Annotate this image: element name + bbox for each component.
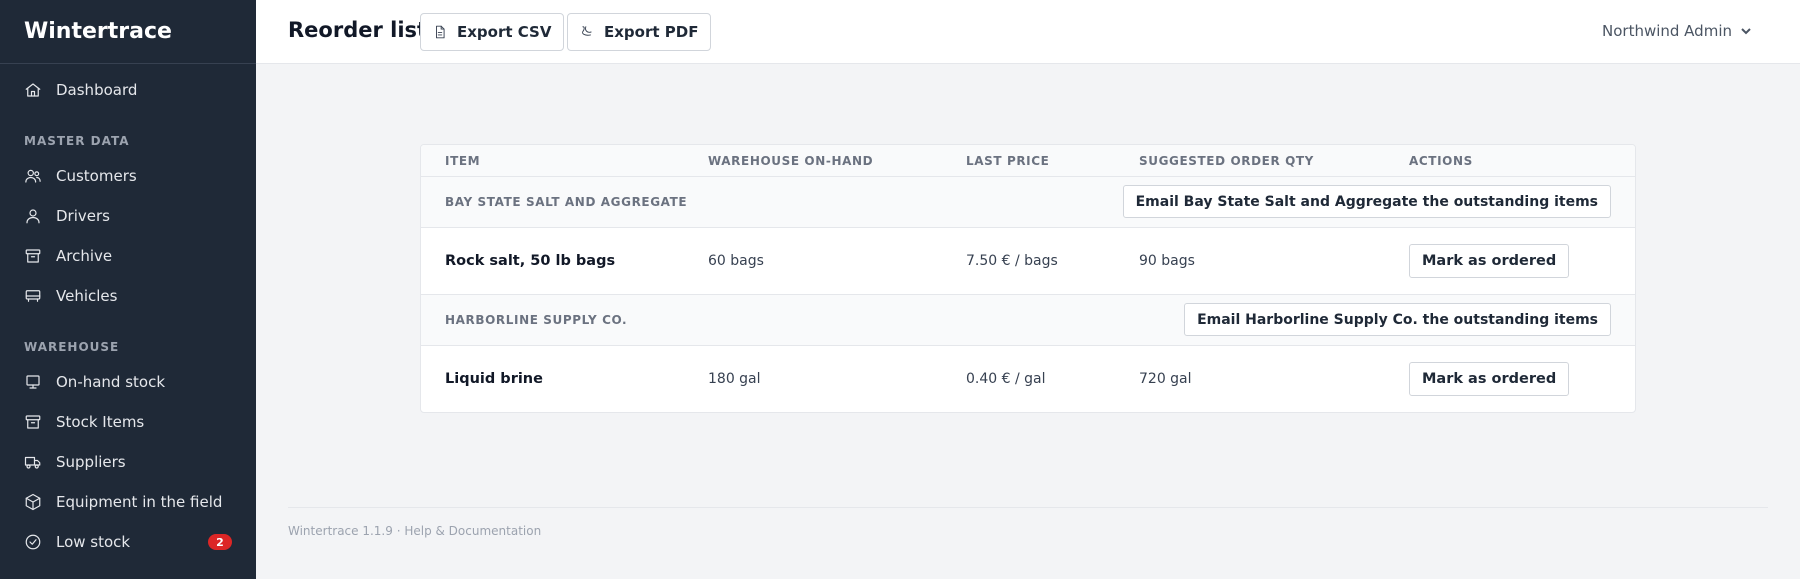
users-icon <box>24 167 42 185</box>
column-header-actions: ACTIONS <box>1409 154 1473 168</box>
section-label-master-data: MASTER DATA <box>24 134 130 148</box>
sidebar-item-customers[interactable]: Customers <box>0 156 256 196</box>
table-row: Rock salt, 50 lb bags 60 bags 7.50 € / b… <box>421 228 1635 295</box>
sidebar-item-label: Equipment in the field <box>56 493 223 511</box>
home-icon <box>24 81 42 99</box>
vehicle-icon <box>24 287 42 305</box>
sidebar-item-label: Archive <box>56 247 113 265</box>
item-last-price: 0.40 € / gal <box>966 371 1046 387</box>
email-supplier-button[interactable]: Email Bay State Salt and Aggregate the o… <box>1122 185 1611 218</box>
mark-as-ordered-button[interactable]: Mark as ordered <box>1409 244 1570 278</box>
sidebar-item-vehicles[interactable]: Vehicles <box>0 276 256 316</box>
page-title: Reorder list <box>288 18 428 42</box>
pdf-icon <box>582 26 592 36</box>
user-name: Northwind Admin <box>1602 22 1732 40</box>
export-pdf-label: Export PDF <box>604 23 699 41</box>
archive-icon <box>24 247 42 265</box>
export-pdf-button[interactable]: Export PDF <box>567 13 712 51</box>
sidebar-item-on-hand-stock[interactable]: On-hand stock <box>0 362 256 402</box>
chevron-down-icon <box>1741 28 1751 35</box>
reorder-table: ITEM WAREHOUSE ON-HAND LAST PRICE SUGGES… <box>420 144 1636 413</box>
archive-icon <box>24 413 42 431</box>
user-menu[interactable]: Northwind Admin <box>1602 22 1752 40</box>
sidebar-item-suppliers[interactable]: Suppliers <box>0 442 256 482</box>
column-header-item: ITEM <box>445 154 481 168</box>
sidebar-item-archive[interactable]: Archive <box>0 236 256 276</box>
supplier-name: HARBORLINE SUPPLY CO. <box>445 313 628 327</box>
supplier-group-row: HARBORLINE SUPPLY CO. Email Harborline S… <box>421 295 1635 346</box>
export-csv-button[interactable]: Export CSV <box>420 13 565 51</box>
user-icon <box>24 207 42 225</box>
item-on-hand: 60 bags <box>708 253 764 269</box>
table-row: Liquid brine 180 gal 0.40 € / gal 720 ga… <box>421 346 1635 412</box>
sidebar-item-label: Low stock <box>56 533 131 551</box>
item-suggested-qty: 720 gal <box>1139 371 1192 387</box>
monitor-icon <box>24 373 42 391</box>
check-circle-icon <box>24 533 42 551</box>
sidebar-item-label: Customers <box>56 167 137 185</box>
column-header-suggested-order-qty: SUGGESTED ORDER QTY <box>1139 154 1314 168</box>
sidebar-nav: Dashboard MASTER DATA Customers Drivers … <box>0 64 256 562</box>
sidebar-item-label: Dashboard <box>56 81 138 99</box>
brand-logo[interactable]: Wintertrace <box>0 0 256 64</box>
item-suggested-qty: 90 bags <box>1139 253 1195 269</box>
item-name: Rock salt, 50 lb bags <box>445 253 616 269</box>
low-stock-count-badge: 2 <box>208 534 232 550</box>
sidebar-item-label: Vehicles <box>56 287 118 305</box>
sidebar-item-label: Drivers <box>56 207 110 225</box>
sidebar-item-stock-items[interactable]: Stock Items <box>0 402 256 442</box>
sidebar-item-dashboard[interactable]: Dashboard <box>0 70 256 110</box>
sidebar-item-label: Suppliers <box>56 453 126 471</box>
email-supplier-button[interactable]: Email Harborline Supply Co. the outstand… <box>1184 303 1611 336</box>
footer-divider <box>288 507 1768 508</box>
file-icon <box>436 25 445 39</box>
export-csv-label: Export CSV <box>457 23 552 41</box>
mark-as-ordered-button[interactable]: Mark as ordered <box>1409 362 1570 396</box>
top-header: Reorder list Export CSV Export PDF North… <box>256 0 1800 64</box>
sidebar-item-label: Stock Items <box>56 413 145 431</box>
item-last-price: 7.50 € / bags <box>966 253 1058 269</box>
sidebar-item-low-stock[interactable]: Low stock 2 <box>0 522 256 562</box>
item-on-hand: 180 gal <box>708 371 761 387</box>
supplier-group-row: BAY STATE SALT AND AGGREGATE Email Bay S… <box>421 177 1635 228</box>
section-label-warehouse: WAREHOUSE <box>24 340 120 354</box>
sidebar-item-label: On-hand stock <box>56 373 166 391</box>
item-name: Liquid brine <box>445 371 543 387</box>
supplier-name: BAY STATE SALT AND AGGREGATE <box>445 195 688 209</box>
footer-text[interactable]: Wintertrace 1.1.9 · Help & Documentation <box>288 524 541 538</box>
column-header-last-price: LAST PRICE <box>966 154 1050 168</box>
table-header: ITEM WAREHOUSE ON-HAND LAST PRICE SUGGES… <box>421 145 1635 177</box>
column-header-warehouse-on-hand: WAREHOUSE ON-HAND <box>708 154 874 168</box>
sidebar: Wintertrace Dashboard MASTER DATA Custom… <box>0 0 256 579</box>
sidebar-item-equipment-in-the-field[interactable]: Equipment in the field <box>0 482 256 522</box>
box-icon <box>24 493 42 511</box>
sidebar-item-drivers[interactable]: Drivers <box>0 196 256 236</box>
truck-icon <box>24 453 42 471</box>
